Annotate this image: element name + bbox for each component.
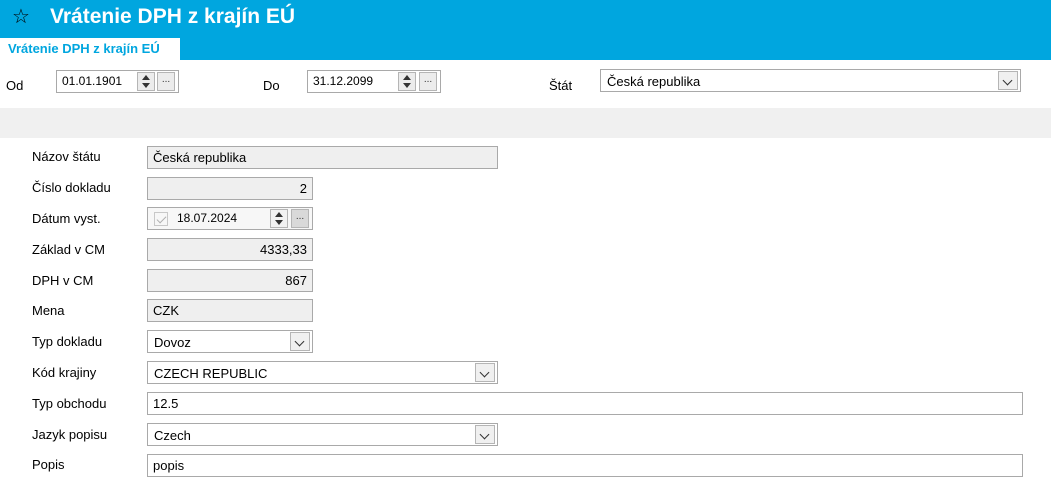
desc-label: Popis (32, 457, 65, 472)
from-date-value: 01.01.1901 (62, 74, 123, 88)
to-date-value: 31.12.2099 (313, 74, 374, 88)
issue-date-field[interactable]: 18.07.2024 ... (147, 207, 313, 230)
to-date-picker-button[interactable]: ... (419, 72, 437, 91)
country-code-label: Kód krajiny (32, 365, 97, 380)
currency-label: Mena (32, 303, 65, 318)
doc-number-field[interactable] (147, 177, 313, 200)
from-label: Od (6, 78, 24, 93)
country-select-value: Česká republika (607, 74, 701, 89)
trade-type-field[interactable] (147, 392, 1023, 415)
issue-date-spinner[interactable] (270, 209, 288, 228)
doc-type-select[interactable]: Dovoz (147, 330, 313, 353)
tab-vat-refund[interactable]: Vrátenie DPH z krajín EÚ (0, 38, 180, 60)
desc-field[interactable] (147, 454, 1023, 477)
from-date-picker-button[interactable]: ... (157, 72, 175, 91)
country-name-field[interactable] (147, 146, 498, 169)
vat-field[interactable] (147, 269, 313, 292)
page-title: Vrátenie DPH z krajín EÚ (50, 5, 296, 28)
issue-date-checkbox[interactable] (154, 212, 168, 226)
to-date-spinner[interactable] (398, 72, 416, 91)
issue-date-label: Dátum vyst. (32, 211, 101, 226)
currency-field[interactable] (147, 299, 313, 322)
country-code-select[interactable]: CZECH REPUBLIC (147, 361, 498, 384)
issue-date-picker-button[interactable]: ... (291, 209, 309, 228)
lang-label: Jazyk popisu (32, 427, 108, 442)
country-select[interactable]: Česká republika (600, 69, 1021, 92)
lang-value: Czech (154, 428, 191, 443)
to-label: Do (263, 78, 280, 93)
doc-type-label: Typ dokladu (32, 334, 103, 349)
vat-label: DPH v CM (32, 273, 94, 288)
from-date-field[interactable]: 01.01.1901 ... (56, 70, 179, 93)
chevron-down-icon[interactable] (475, 363, 495, 382)
doc-number-label: Číslo dokladu (32, 180, 111, 195)
chevron-down-icon[interactable] (290, 332, 310, 351)
chevron-down-icon[interactable] (475, 425, 495, 444)
star-icon[interactable]: ☆ (12, 4, 30, 29)
issue-date-value: 18.07.2024 (177, 211, 238, 225)
separator-bar (0, 108, 1051, 138)
base-field[interactable] (147, 238, 313, 261)
lang-select[interactable]: Czech (147, 423, 498, 446)
base-label: Základ v CM (32, 242, 105, 257)
country-name-label: Názov štátu (32, 149, 101, 164)
from-date-spinner[interactable] (137, 72, 155, 91)
chevron-down-icon[interactable] (998, 71, 1018, 90)
doc-type-value: Dovoz (154, 335, 191, 350)
trade-type-label: Typ obchodu (32, 396, 107, 411)
country-code-value: CZECH REPUBLIC (154, 366, 268, 381)
country-label: Štát (549, 78, 573, 93)
to-date-field[interactable]: 31.12.2099 ... (307, 70, 441, 93)
